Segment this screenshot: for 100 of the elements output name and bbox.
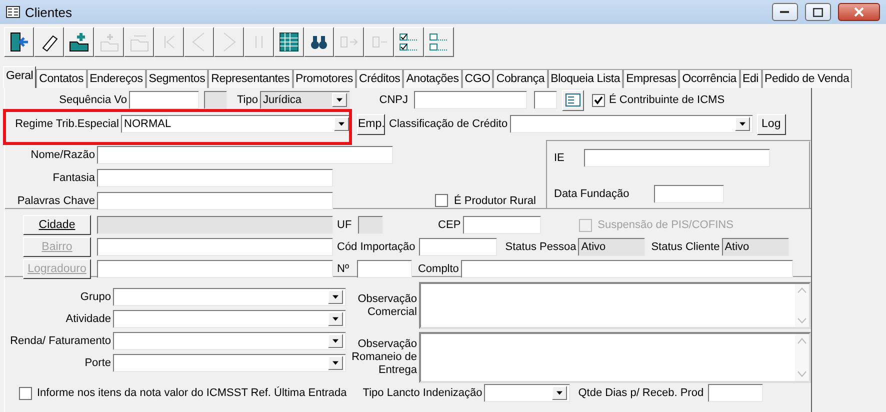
input-field[interactable]: [414, 91, 527, 109]
lookup-button[interactable]: [562, 90, 584, 110]
field-label: Status Cliente: [651, 241, 721, 253]
input-field[interactable]: [358, 216, 383, 234]
tab[interactable]: CGO: [462, 69, 494, 88]
dropdown[interactable]: [510, 115, 753, 133]
field-label: Data Fundação: [554, 188, 630, 200]
field-label: Nº: [337, 263, 350, 275]
tab[interactable]: Anotações: [403, 69, 462, 88]
input-field[interactable]: [97, 192, 333, 210]
text-area[interactable]: [419, 282, 811, 329]
toolbar-button[interactable]: [274, 27, 304, 57]
emp-button[interactable]: Emp.: [357, 114, 385, 134]
input-field[interactable]: [584, 149, 770, 167]
dropdown[interactable]: [484, 384, 570, 402]
city-button[interactable]: Cidade: [23, 215, 91, 235]
tab[interactable]: Geral: [3, 66, 36, 88]
field-label: Regime Trib.Especial: [14, 118, 120, 130]
field-label: Complto: [418, 263, 460, 275]
checkbox[interactable]: [435, 194, 448, 207]
checkbox[interactable]: [19, 386, 32, 400]
tab[interactable]: Contatos: [36, 69, 87, 88]
input-field[interactable]: [129, 91, 199, 109]
field-label: Palavras Chave: [16, 194, 96, 206]
tab[interactable]: Empresas: [623, 69, 680, 88]
input-field[interactable]: [97, 238, 333, 256]
tab[interactable]: Representantes: [208, 69, 293, 88]
input-field[interactable]: [97, 260, 333, 278]
dropdown[interactable]: [113, 354, 346, 372]
maximize-button[interactable]: [805, 3, 831, 21]
dropdown[interactable]: [113, 310, 346, 328]
field-label: Tipo Lancto Indenização: [362, 387, 484, 399]
folder-plus-icon: [98, 31, 120, 53]
grid-icon: [278, 31, 300, 53]
minimize-button[interactable]: [772, 3, 798, 21]
checkbox[interactable]: [592, 94, 605, 106]
field-label: Cód Importação: [337, 241, 416, 253]
input-field[interactable]: [97, 216, 333, 234]
toolbar-button[interactable]: [34, 27, 64, 57]
log-button[interactable]: Log: [756, 114, 786, 134]
checkbox-label: Informe nos itens da nota valor do ICMSST Ref. Última Entrada: [37, 387, 348, 399]
field-label: UF: [337, 219, 353, 231]
tab[interactable]: Cobrança: [493, 69, 548, 88]
input-field[interactable]: [419, 238, 498, 256]
folder-plus-icon: [68, 31, 90, 53]
toolbar-button[interactable]: [304, 27, 334, 57]
tab[interactable]: Endereços: [86, 69, 146, 88]
input-field[interactable]: [356, 260, 412, 278]
dropdown[interactable]: NORMAL: [121, 115, 352, 133]
field-label: Sequência Vo: [58, 94, 128, 106]
field-label: Observação Comercial: [356, 292, 418, 318]
tab[interactable]: Créditos: [356, 69, 404, 88]
field-label: Renda/ Faturamento: [9, 335, 112, 347]
dropdown[interactable]: Jurídica: [260, 91, 350, 109]
field-label: CNPJ: [378, 94, 409, 106]
input-field[interactable]: [462, 216, 541, 234]
toolbar-button[interactable]: [64, 27, 94, 57]
input-field[interactable]: [204, 91, 227, 109]
dropdown[interactable]: [113, 332, 346, 350]
window-title: Clientes: [25, 4, 73, 20]
input-field[interactable]: [460, 260, 793, 278]
input-field[interactable]: [534, 91, 557, 109]
input-field[interactable]: [97, 146, 393, 164]
field-label: Qtde Dias p/ Receb. Prod: [578, 387, 705, 399]
tab[interactable]: Pedido de Venda: [762, 69, 852, 88]
input-field[interactable]: [708, 384, 763, 402]
tab[interactable]: Bloqueia Lista: [548, 69, 624, 88]
checkbox-label: É Contribuinte de ICMS: [609, 94, 726, 106]
checklist-icon: [398, 31, 420, 53]
tab[interactable]: Segmentos: [146, 69, 208, 88]
toolbar-button[interactable]: [4, 27, 34, 57]
document-icon: [565, 93, 581, 107]
field-label: Nome/Razão: [30, 148, 96, 160]
close-icon: [854, 7, 864, 17]
input-field[interactable]: [97, 168, 333, 186]
field-label: Observação Romaneio de Entrega: [350, 338, 418, 377]
tab[interactable]: Ocorrência: [679, 69, 740, 88]
dropdown[interactable]: [113, 288, 346, 306]
empty-checklist-icon: [428, 31, 450, 53]
scrollbar-icon: [795, 284, 809, 327]
field-label: CEP: [437, 219, 462, 231]
field-label: Tipo: [237, 94, 259, 106]
field-label: IE: [554, 152, 566, 164]
field-label: Classificação de Crédito: [389, 118, 509, 130]
minimize-icon: [780, 10, 790, 14]
maximize-icon: [813, 8, 823, 16]
close-button[interactable]: [838, 3, 880, 21]
field-label: Atividade: [64, 313, 112, 325]
form-icon: [6, 6, 20, 18]
tab[interactable]: Promotores: [292, 69, 356, 88]
input-field[interactable]: Ativo: [578, 238, 646, 256]
tab[interactable]: Edi: [740, 69, 762, 88]
door-arrow-icon: [8, 31, 30, 53]
scrollbar-icon: [795, 334, 809, 381]
field-label: Status Pessoa: [505, 241, 578, 253]
input-field[interactable]: [654, 185, 724, 203]
input-field[interactable]: Ativo: [722, 238, 789, 256]
checkbox-label: É Produtor Rural: [454, 194, 537, 206]
field-label: Fantasia: [52, 172, 96, 184]
field-label: Grupo: [79, 291, 112, 303]
